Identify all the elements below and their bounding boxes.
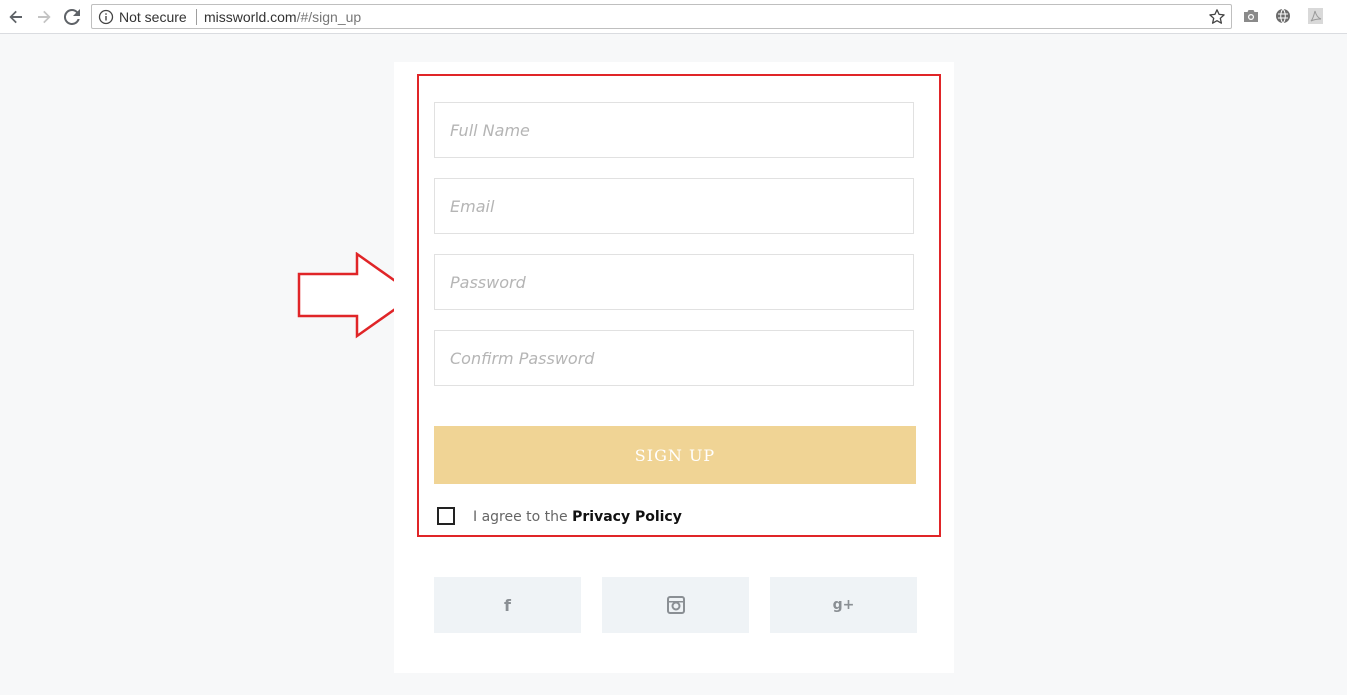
facebook-button[interactable]: f <box>434 577 581 633</box>
address-divider <box>196 9 197 25</box>
globe-extension-button[interactable] <box>1274 7 1292 25</box>
pdf-extension-button[interactable] <box>1306 7 1324 25</box>
globe-icon <box>1276 8 1290 24</box>
address-bar[interactable]: Not secure missworld.com/#/sign_up <box>91 4 1232 29</box>
security-label: Not secure <box>119 9 187 25</box>
google-plus-button[interactable]: g+ <box>770 577 917 633</box>
url-path: /#/sign_up <box>296 9 362 25</box>
google-plus-icon: g+ <box>832 597 855 613</box>
instagram-icon <box>666 596 685 614</box>
forward-arrow-icon <box>38 10 51 24</box>
camera-icon <box>1244 10 1258 22</box>
pdf-icon <box>1307 8 1323 24</box>
bookmark-star-icon[interactable] <box>1208 8 1226 26</box>
facebook-icon: f <box>504 595 511 615</box>
back-button[interactable] <box>4 5 28 29</box>
annotation-highlight-box <box>417 74 941 537</box>
reload-button[interactable] <box>60 5 84 29</box>
info-icon <box>98 9 114 25</box>
browser-toolbar: Not secure missworld.com/#/sign_up <box>0 0 1347 34</box>
instagram-button[interactable] <box>602 577 749 633</box>
url-text: missworld.com/#/sign_up <box>204 9 361 25</box>
camera-extension-button[interactable] <box>1242 7 1260 25</box>
back-arrow-icon <box>9 10 22 24</box>
reload-icon <box>64 9 80 25</box>
forward-button[interactable] <box>32 5 56 29</box>
url-host: missworld.com <box>204 9 297 25</box>
